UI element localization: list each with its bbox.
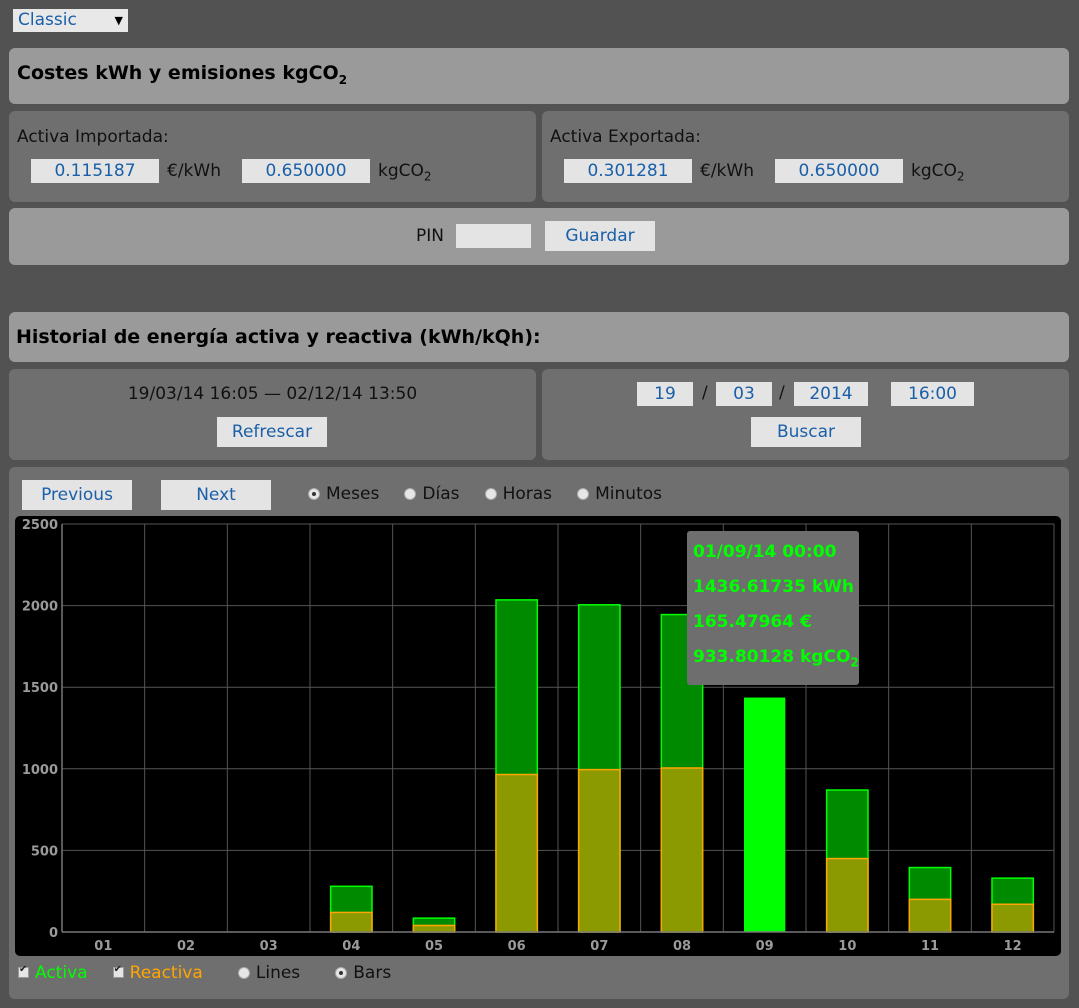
theme-select-value: Classic [18,10,77,30]
chart-legend: Activa Reactiva Lines Bars [18,962,391,983]
radio-icon [308,487,320,500]
pin-input[interactable] [456,224,531,248]
x-tick-label: 01 [94,939,112,954]
granularity-option-dias[interactable]: Días [404,483,464,504]
radio-icon [237,966,250,979]
legend-reactiva-label: Reactiva [129,962,203,983]
tooltip-date: 01/09/14 00:00 [693,542,837,562]
exported-co2-unit: kgCO2 [911,161,965,184]
year-input[interactable]: 2014 [794,382,868,406]
pin-panel: PIN Guardar [9,208,1069,265]
chart-tooltip: 01/09/14 00:00 1436.61735 kWh 165.47964 … [687,531,859,685]
y-tick-label: 1500 [22,681,58,696]
bar-reactiva [991,903,1035,933]
date-separator: / [702,383,708,403]
history-title: Historial de energía activa y reactiva (… [16,326,541,348]
x-tick-label: 10 [838,939,856,954]
search-button[interactable]: Buscar [751,417,861,447]
legend-reactiva-toggle[interactable]: Reactiva [112,962,208,983]
imported-co2-unit: kgCO2 [378,161,432,184]
radio-icon [484,487,497,500]
exported-panel: Activa Exportada: 0.301281 €/kWh 0.65000… [542,111,1069,202]
refresh-button[interactable]: Refrescar [217,417,327,447]
history-header: Historial de energía activa y reactiva (… [9,312,1069,362]
x-tick-label: 07 [590,939,608,954]
day-input[interactable]: 19 [637,382,693,406]
mode-bars-option[interactable]: Bars [335,962,391,983]
next-button[interactable]: Next [161,480,271,510]
radio-icon [577,487,590,500]
exported-label: Activa Exportada: [550,127,701,147]
bar-reactiva [825,857,869,933]
y-tick-label: 0 [49,926,58,941]
granularity-options: Meses Días Horas Minutos [308,483,662,505]
mode-lines-option[interactable]: Lines [237,962,305,983]
imported-label: Activa Importada: [17,127,169,147]
bar-reactiva [577,768,621,933]
bar-reactiva [660,767,704,933]
month-input[interactable]: 03 [716,382,772,406]
costs-header: Costes kWh y emisiones kgCO2 [9,48,1069,104]
granularity-option-horas[interactable]: Horas [484,483,558,504]
y-tick-label: 2500 [22,518,58,533]
granularity-option-minutos[interactable]: Minutos [577,483,662,504]
search-panel: 19 / 03 / 2014 16:00 Buscar [542,369,1069,460]
x-tick-label: 12 [1004,939,1022,954]
energy-chart: 0 500 1000 1500 2000 2500 01 02 03 04 05 06 07 08 09 10… [15,516,1061,956]
tooltip-co2: 933.80128 kgCO2 [693,647,859,670]
x-tick-label: 06 [508,939,526,954]
costs-title: Costes kWh y emisiones kgCO2 [17,62,348,87]
legend-activa-label: Activa [35,962,88,983]
radio-icon [404,487,417,500]
x-tick-label: 03 [260,939,278,954]
chart-panel: Previous Next Meses Días Horas Minutos 0… [9,467,1069,999]
imported-price-input[interactable]: 0.115187 [31,159,159,183]
x-tick-label: 11 [921,939,939,954]
exported-co2-input[interactable]: 0.650000 [775,159,903,183]
exported-price-unit: €/kWh [700,161,754,181]
x-tick-label: 05 [425,939,443,954]
checkbox-icon [112,964,124,978]
radio-icon [335,966,348,979]
bar-reactiva [412,924,456,933]
x-tick-label: 02 [177,939,195,954]
imported-co2-input[interactable]: 0.650000 [242,159,370,183]
previous-button[interactable]: Previous [22,480,132,510]
y-tick-label: 1000 [22,763,58,778]
y-tick-label: 2000 [22,600,58,615]
imported-panel: Activa Importada: 0.115187 €/kWh 0.65000… [9,111,536,202]
exported-price-input[interactable]: 0.301281 [564,159,692,183]
theme-select[interactable]: Classic ▼ [13,9,128,32]
date-separator: / [779,383,785,403]
tooltip-eur: 165.47964 € [693,612,812,632]
date-range-text: 19/03/14 16:05 — 02/12/14 13:50 [127,384,418,404]
range-panel: 19/03/14 16:05 — 02/12/14 13:50 Refresca… [9,369,536,460]
x-tick-label: 09 [756,939,774,954]
x-tick-label: 08 [673,939,691,954]
bar-reactiva [329,911,373,933]
bar-activa [744,697,786,932]
y-tick-label: 500 [31,844,58,859]
bar-reactiva [908,898,952,933]
bar-reactiva [495,773,539,933]
save-button[interactable]: Guardar [545,221,655,251]
time-input[interactable]: 16:00 [891,382,974,406]
tooltip-kwh: 1436.61735 kWh [693,577,854,597]
dropdown-arrow-icon: ▼ [114,14,123,27]
checkbox-icon [18,964,29,978]
pin-label: PIN [416,226,444,246]
imported-price-unit: €/kWh [167,161,221,181]
x-tick-label: 04 [342,939,360,954]
legend-activa-toggle[interactable]: Activa [18,962,93,983]
granularity-option-meses[interactable]: Meses [308,483,384,504]
